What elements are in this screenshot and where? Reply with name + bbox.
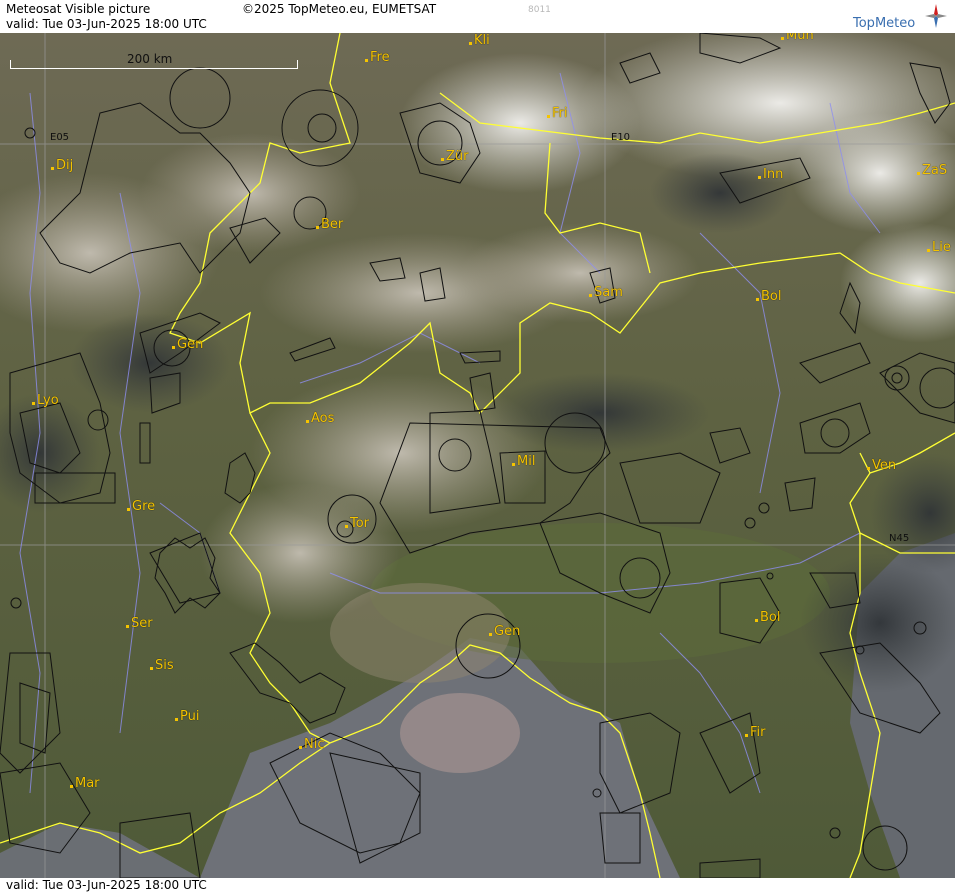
map-canvas — [0, 33, 955, 878]
grid-label-e05: E05 — [50, 132, 70, 143]
scale-tick — [297, 60, 298, 69]
city-label[interactable]: Kli — [469, 33, 490, 48]
footer-bar: valid: Tue 03-Jun-2025 18:00 UTC — [0, 878, 955, 893]
city-label[interactable]: Aos — [305, 411, 334, 426]
city-label[interactable]: Gen — [171, 337, 203, 352]
scale-label: 200 km — [127, 52, 173, 66]
scale-bar: 200 km — [10, 52, 298, 70]
logo-text: TopMeteo — [853, 16, 916, 31]
satellite-map[interactable]: 200 km E05 E10 N45 Fre Kli Mun Fri Dij Z… — [0, 33, 955, 878]
city-label[interactable]: Nic — [298, 737, 324, 752]
city-label[interactable]: Pui — [174, 709, 199, 724]
city-label[interactable]: Inn — [757, 167, 783, 182]
copyright-text: ©2025 TopMeteo.eu, EUMETSAT — [242, 2, 437, 16]
city-label[interactable]: Fir — [745, 725, 766, 740]
footer-valid-time: valid: Tue 03-Jun-2025 18:00 UTC — [6, 878, 207, 892]
city-label[interactable]: Tor — [344, 516, 369, 531]
scale-tick — [10, 60, 11, 69]
valid-time: valid: Tue 03-Jun-2025 18:00 UTC — [6, 17, 207, 31]
topmeteo-logo[interactable]: TopMeteo — [847, 4, 947, 32]
grid-label-n45: N45 — [889, 533, 910, 544]
city-label[interactable]: Lie — [927, 240, 951, 255]
city-label[interactable]: Ven — [866, 458, 896, 473]
city-label[interactable]: Sam — [589, 285, 623, 300]
grid-label-e10: E10 — [611, 132, 631, 143]
city-label[interactable]: ZaS — [916, 163, 947, 178]
header-bar: Meteosat Visible picture valid: Tue 03-J… — [0, 0, 955, 33]
city-label[interactable]: Mar — [70, 776, 100, 791]
city-label[interactable]: Zür — [441, 149, 469, 164]
city-label[interactable]: Gre — [126, 499, 155, 514]
city-label[interactable]: Gen — [488, 624, 520, 639]
compass-star-icon — [925, 4, 947, 28]
city-label[interactable]: Mil — [511, 454, 535, 469]
image-code: 8011 — [528, 5, 551, 15]
city-label[interactable]: Ser — [126, 616, 153, 631]
city-label[interactable]: Dij — [50, 158, 73, 173]
scale-line — [10, 68, 298, 69]
image-title: Meteosat Visible picture — [6, 2, 151, 16]
city-label[interactable]: Bol — [755, 289, 781, 304]
city-label[interactable]: Lyo — [32, 393, 59, 408]
city-label[interactable]: Bol — [754, 610, 780, 625]
city-label[interactable]: Sis — [150, 658, 174, 673]
city-label[interactable]: Fri — [547, 106, 568, 121]
city-label[interactable]: Mun — [781, 33, 814, 43]
city-label[interactable]: Ber — [315, 217, 343, 232]
city-label[interactable]: Fre — [365, 50, 390, 65]
